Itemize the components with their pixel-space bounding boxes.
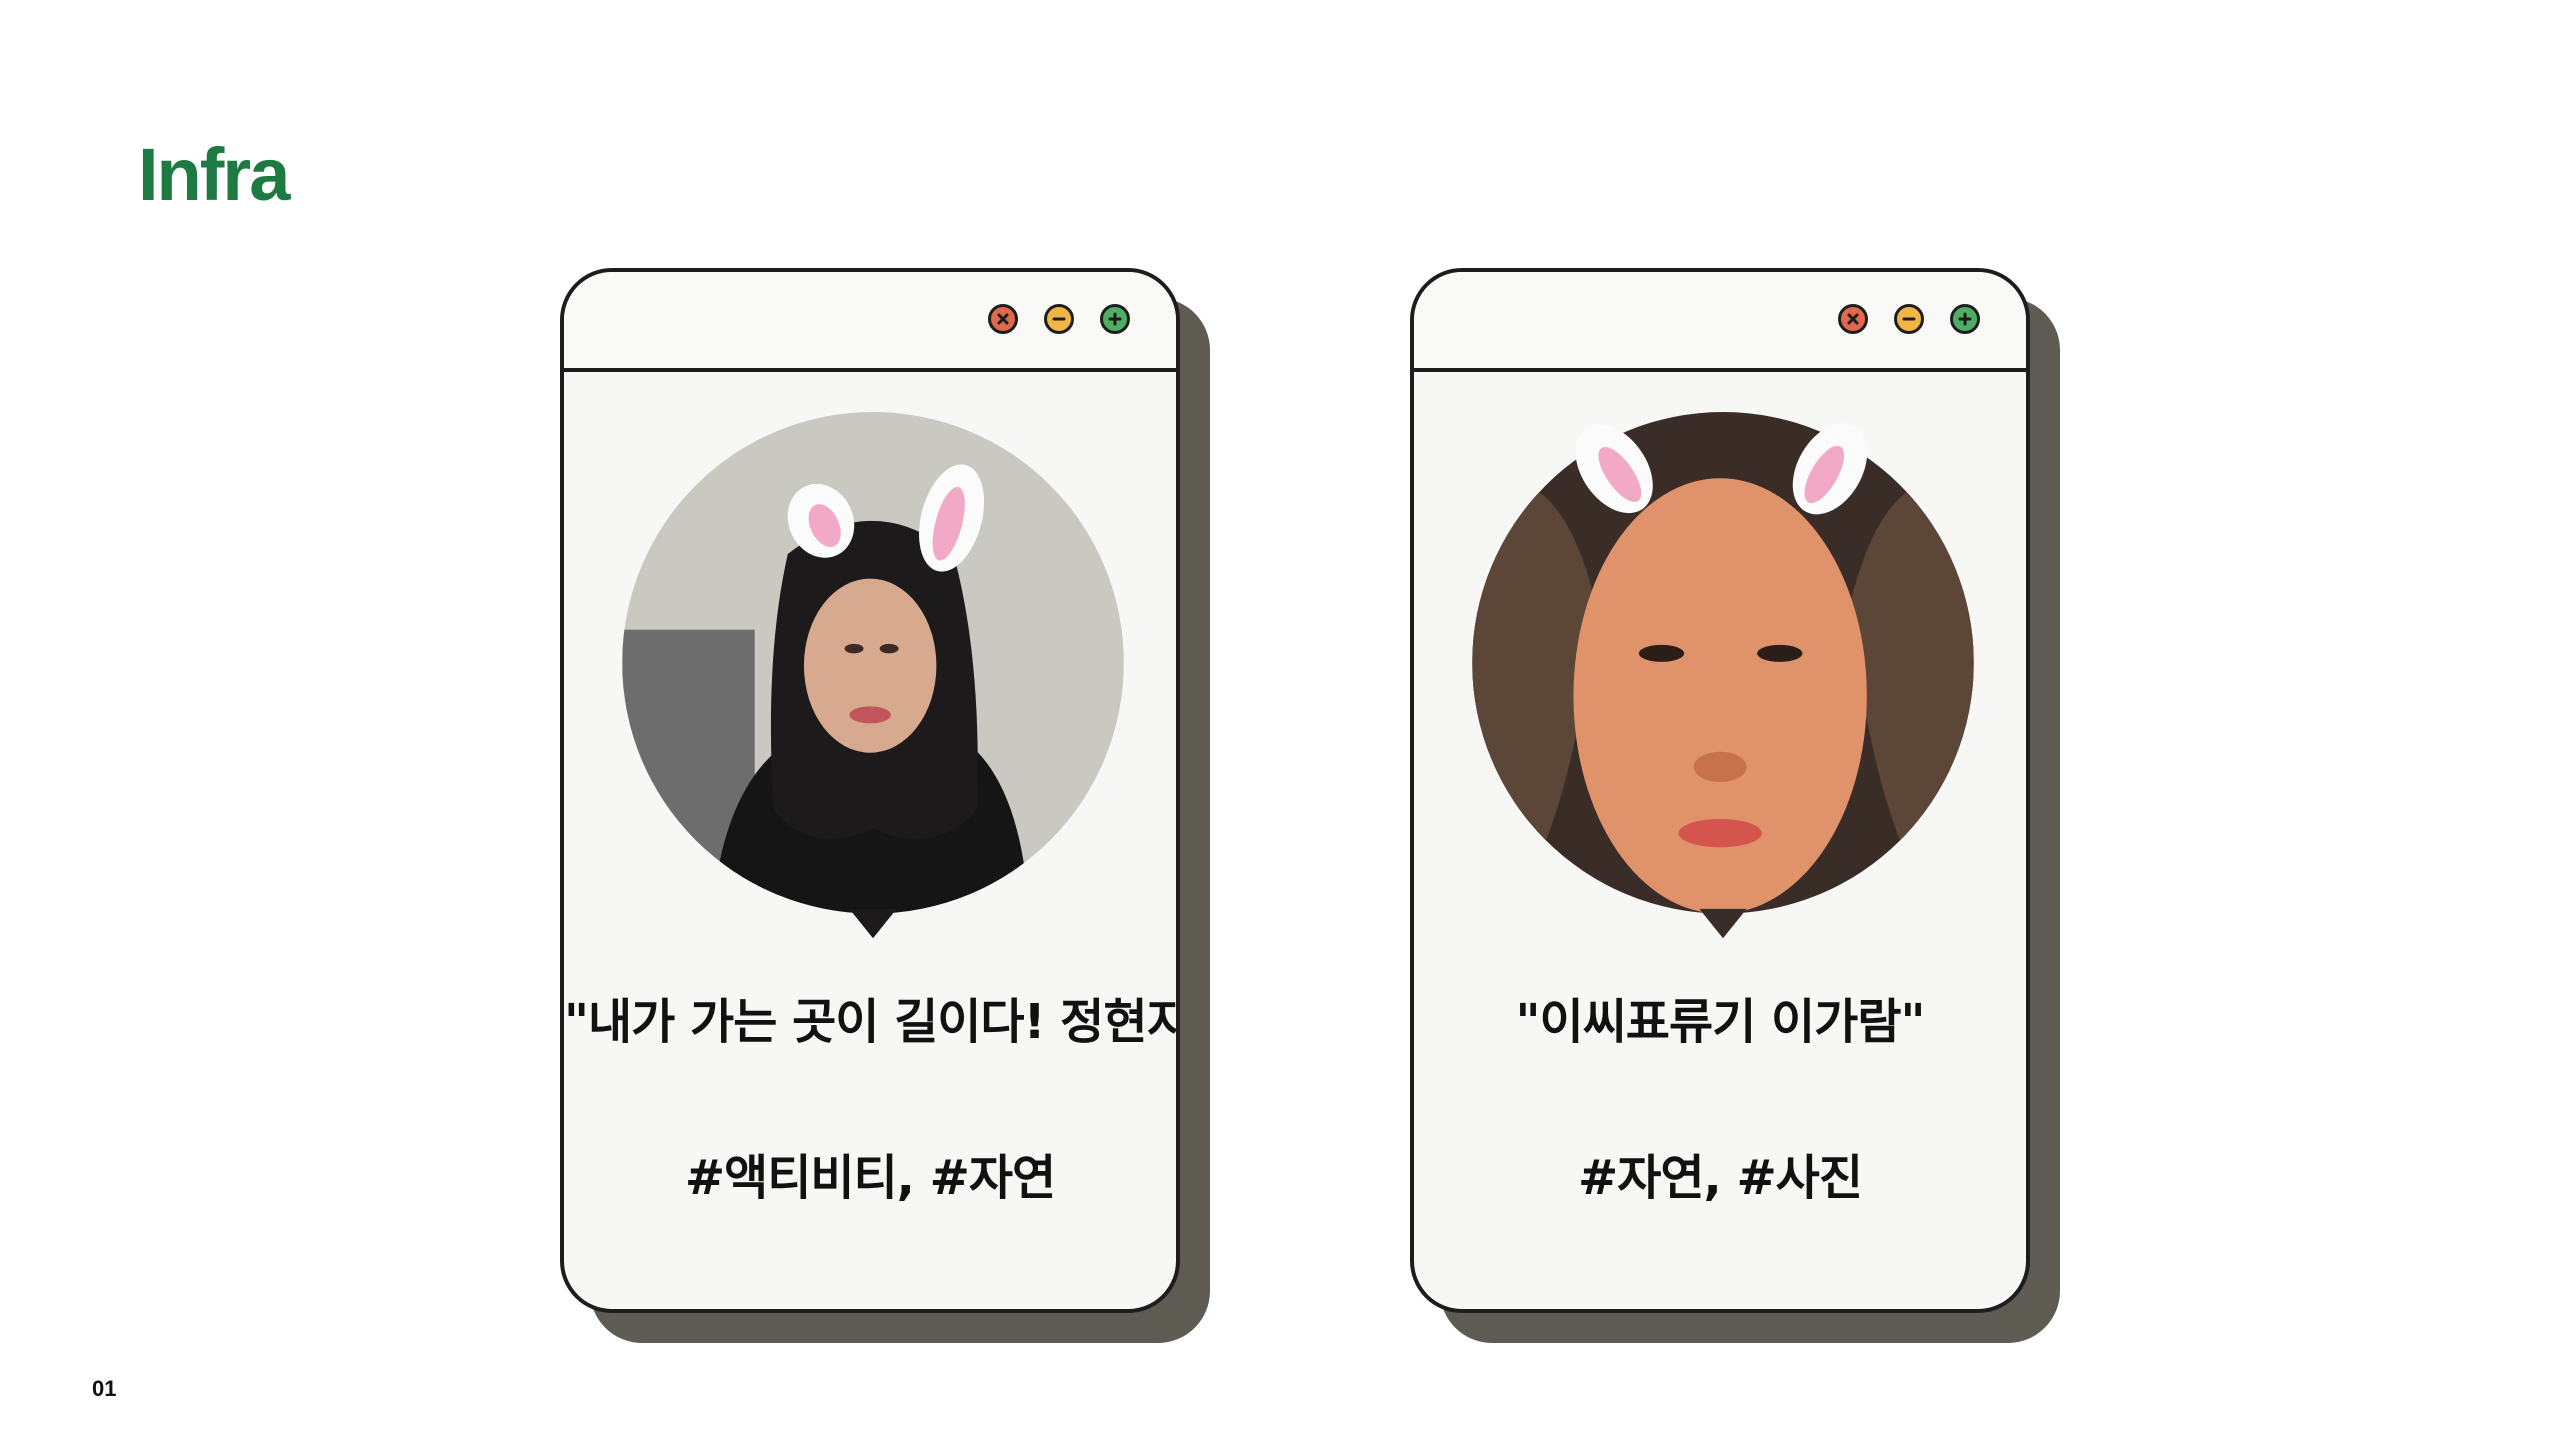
close-icon: [997, 313, 1009, 325]
window-titlebar: [1414, 272, 2026, 372]
minimize-button[interactable]: [1894, 304, 1924, 334]
plus-icon: [1958, 312, 1972, 326]
minus-icon: [1902, 317, 1916, 321]
maximize-button[interactable]: [1100, 304, 1130, 334]
profile-photo: [1458, 412, 1988, 942]
profile-quote: "이씨표류기 이가람": [1515, 994, 1925, 1050]
close-icon: [1847, 313, 1859, 325]
profile-photo: [608, 412, 1138, 942]
card-window: "이씨표류기 이가람" #자연, #사진: [1410, 268, 2030, 1313]
minus-icon: [1052, 317, 1066, 321]
page-number: 01: [92, 1376, 117, 1401]
close-button[interactable]: [1838, 304, 1868, 334]
slide-title: Infra: [138, 133, 290, 216]
close-button[interactable]: [988, 304, 1018, 334]
profile-card: "이씨표류기 이가람" #자연, #사진: [1410, 268, 2060, 1343]
profile-hashtags: #자연, #사진: [1577, 1150, 1863, 1206]
maximize-button[interactable]: [1950, 304, 1980, 334]
card-window: "내가 가는 곳이 길이다! 정현지" #액티비티, #자연: [560, 268, 1180, 1313]
window-titlebar: [564, 272, 1176, 372]
profile-hashtags: #액티비티, #자연: [684, 1150, 1056, 1206]
profile-card: "내가 가는 곳이 길이다! 정현지" #액티비티, #자연: [560, 268, 1210, 1343]
minimize-button[interactable]: [1044, 304, 1074, 334]
plus-icon: [1108, 312, 1122, 326]
profile-quote: "내가 가는 곳이 길이다! 정현지": [564, 994, 1180, 1050]
